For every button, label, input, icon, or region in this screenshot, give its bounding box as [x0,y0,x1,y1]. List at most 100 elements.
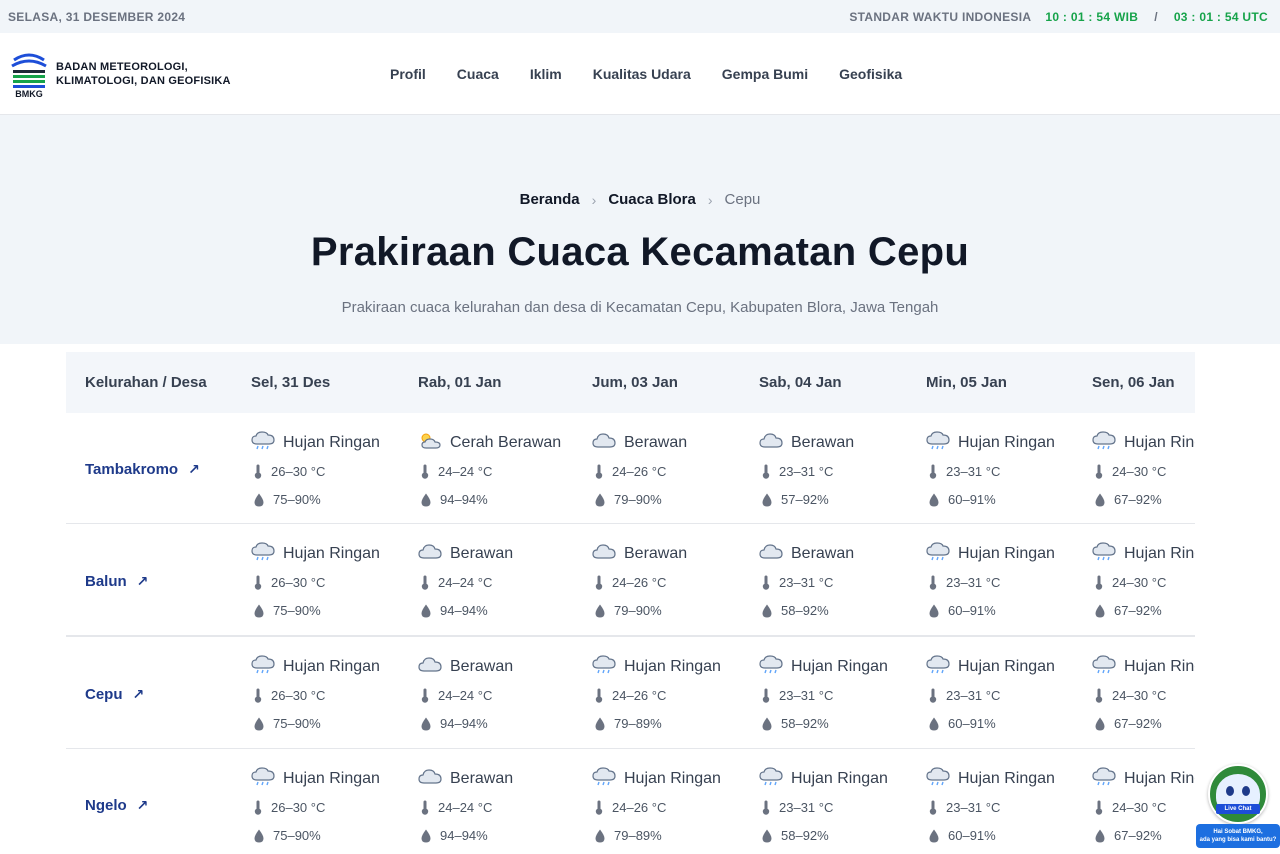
nav-cuaca[interactable]: Cuaca [457,66,499,82]
live-chat-widget[interactable]: Live Chat Hai Sobat BMKG, ada yang bisa … [1196,760,1280,854]
forecast-cell: Berawan 24–24 °C 94–94% [418,656,588,734]
cloud-icon [759,431,791,456]
village-link[interactable]: Cepu ↗ [85,686,144,703]
thermometer-icon [762,575,770,590]
thermometer-icon [929,800,937,815]
village-link[interactable]: Tambakromo ↗ [85,461,200,478]
forecast-cell: Hujan Ringan 24–26 °C 79–89% [592,654,762,734]
weather-condition: Hujan Ringan [251,541,421,567]
humidity: 58–92% [759,713,929,734]
thermometer-icon [595,575,603,590]
village-name: Tambakromo [85,461,179,478]
breadcrumb-current: Cepu [724,191,761,208]
humidity-value: 67–92% [1114,828,1162,843]
rain-cloud-icon [1092,766,1124,792]
time-standard-label: STANDAR WAKTU INDONESIA [849,9,1032,24]
table-row: Cepu ↗ Hujan Ringan 26–30 °C 75–90% Berawan 24… [66,636,1195,749]
cloud-icon [418,655,450,680]
column-header-day: Sel, 31 Des [251,374,331,391]
cloud-icon [592,542,624,567]
humidity: 94–94% [418,713,588,734]
thermometer-icon [762,688,770,703]
village-link[interactable]: Balun ↗ [85,573,148,590]
thermometer-icon [929,688,937,703]
condition-text: Hujan Ringan [283,545,380,562]
humidity-value: 60–91% [948,492,996,507]
condition-text: Hujan Ringan [1124,658,1195,675]
temperature-value: 24–24 °C [438,800,493,815]
humidity-value: 60–91% [948,828,996,843]
temperature: 24–24 °C [418,685,588,706]
temperature: 26–30 °C [251,797,421,818]
temperature-value: 23–31 °C [946,464,1001,479]
rain-cloud-icon [926,654,958,680]
breadcrumb-parent[interactable]: Cuaca Blora [608,191,696,208]
site-header: BMKG BADAN METEOROLOGI, KLIMATOLOGI, DAN… [0,33,1280,115]
breadcrumb: Beranda › Cuaca Blora › Cepu [0,191,1280,208]
rain-cloud-icon [251,541,283,567]
forecast-cell: Hujan Ringan 24–26 °C 79–89% [592,766,762,846]
nav-profil[interactable]: Profil [390,66,426,82]
weather-condition: Berawan [592,432,762,454]
temperature: 24–26 °C [592,461,762,482]
cloud-icon [759,542,791,567]
thermometer-icon [421,575,429,590]
temperature: 26–30 °C [251,685,421,706]
temperature-value: 24–26 °C [612,575,667,590]
humidity: 75–90% [251,713,421,734]
humidity: 60–91% [926,600,1096,621]
forecast-cell: Hujan Ringan 26–30 °C 75–90% [251,541,421,621]
humidity: 60–91% [926,489,1096,510]
temperature-value: 24–24 °C [438,575,493,590]
column-header-day: Sab, 04 Jan [759,374,842,391]
condition-text: Berawan [624,434,688,451]
nav-gempa-bumi[interactable]: Gempa Bumi [722,66,808,82]
nav-iklim[interactable]: Iklim [530,66,562,82]
rain-cloud-icon [926,541,958,567]
bmkg-logo-link[interactable]: BMKG BADAN METEOROLOGI, KLIMATOLOGI, DAN… [0,50,300,99]
temperature-value: 26–30 °C [271,464,326,479]
live-chat-mascot[interactable]: Live Chat [1208,764,1268,824]
weather-condition: Hujan Ringan [926,766,1096,790]
temperature: 23–31 °C [926,797,1096,818]
temperature: 24–26 °C [592,572,762,593]
humidity-value: 67–92% [1114,716,1162,731]
live-chat-bubble[interactable]: Hai Sobat BMKG, ada yang bisa kami bantu… [1196,824,1280,848]
humidity-value: 79–90% [614,603,662,618]
weather-condition: Hujan Ringan [759,766,929,790]
breadcrumb-home[interactable]: Beranda [520,191,580,208]
thermometer-icon [595,800,603,815]
rain-cloud-icon [592,766,624,792]
nav-kualitas-udara[interactable]: Kualitas Udara [593,66,691,82]
humidity-drop-icon [929,604,939,617]
humidity: 58–92% [759,825,929,846]
weather-condition: Berawan [418,768,588,790]
humidity: 67–92% [1092,825,1195,846]
temperature: 24–26 °C [592,685,762,706]
humidity: 79–89% [592,825,762,846]
cloud-icon [418,542,450,567]
humidity: 79–89% [592,713,762,734]
forecast-cell: Hujan Ringan 23–31 °C 60–91% [926,654,1096,734]
temperature: 24–30 °C [1092,461,1195,482]
temperature-value: 23–31 °C [779,464,834,479]
condition-text: Berawan [791,434,855,451]
humidity: 79–90% [592,600,762,621]
column-header-day: Rab, 01 Jan [418,374,502,391]
weather-condition: Berawan [592,543,762,565]
temperature-value: 23–31 °C [946,800,1001,815]
humidity-drop-icon [929,717,939,730]
humidity-drop-icon [1095,493,1105,506]
village-link[interactable]: Ngelo ↗ [85,797,148,814]
weather-condition: Hujan Ringan [251,654,421,678]
village-name: Ngelo [85,797,127,814]
logo-line-1: BADAN METEOROLOGI, [56,60,188,73]
temperature: 24–24 °C [418,461,588,482]
thermometer-icon [421,464,429,479]
nav-geofisika[interactable]: Geofisika [839,66,902,82]
temperature: 23–31 °C [759,461,929,482]
temperature-value: 24–26 °C [612,800,667,815]
external-arrow-icon: ↗ [136,797,149,813]
wib-clock: 10 : 01 : 54 WIB [1045,9,1139,24]
temperature: 23–31 °C [759,572,929,593]
